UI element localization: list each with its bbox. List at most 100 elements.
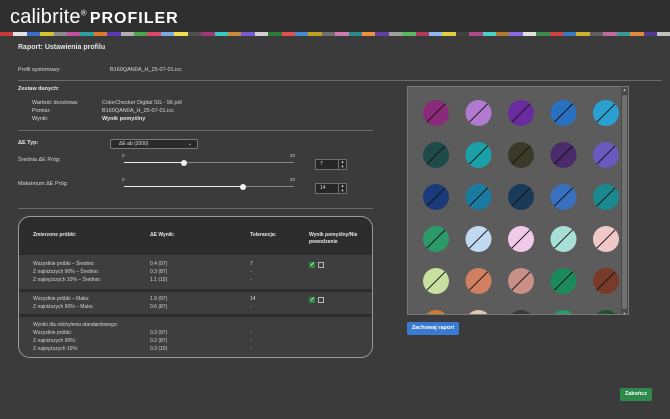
color-swatch	[469, 310, 488, 314]
strip-patch	[536, 32, 550, 36]
row-tolerance: -	[250, 277, 252, 283]
system-profile-label: Profil systemowy:	[18, 67, 61, 73]
color-swatch	[465, 226, 492, 252]
row-label: Z najwyższych 10%:	[33, 346, 79, 352]
swatch-scrollbar[interactable]: ▲ ▼	[621, 87, 628, 314]
fail-checkbox	[318, 297, 324, 303]
max-threshold-label: Maksimum ΔE Próg:	[18, 181, 69, 187]
strip-patch	[0, 32, 14, 36]
strip-patch	[442, 32, 456, 36]
strip-patch	[576, 32, 590, 36]
swatch-panel[interactable]: ▲ ▼	[407, 86, 629, 315]
max-slider-handle[interactable]	[240, 183, 246, 190]
scroll-down-icon[interactable]: ▼	[621, 311, 628, 314]
strip-patch	[509, 32, 523, 36]
strip-patch	[522, 32, 537, 36]
swatch-grid	[423, 100, 619, 314]
pass-checkbox	[309, 296, 315, 303]
color-swatch	[423, 268, 449, 294]
row-label: Z najniższych 90% – Średnio:	[33, 269, 99, 275]
strip-patch	[630, 32, 644, 36]
row-value: 0.2 (87)	[150, 338, 168, 344]
row-value: 1.9 (97)	[150, 296, 168, 302]
table-row-group: Wyniki dla odchylenia standardowego: Wsz…	[19, 317, 372, 357]
row-tolerance: -	[250, 346, 252, 352]
page-title: Raport: Ustawienia profilu	[18, 44, 106, 51]
row-tolerance: 7	[250, 261, 253, 267]
strip-patch	[254, 32, 269, 36]
row-tolerance: -	[250, 330, 252, 336]
color-swatch	[423, 100, 449, 126]
color-swatch	[465, 100, 492, 126]
row-tolerance: -	[250, 304, 252, 310]
avg-threshold-slider[interactable]	[124, 159, 294, 166]
strip-patch	[53, 32, 68, 36]
color-swatch	[508, 100, 534, 126]
app-header: calibrite® PROFILER	[0, 0, 670, 36]
strip-patch	[603, 32, 617, 36]
row-value: 0.6 (87)	[150, 304, 168, 310]
save-report-button[interactable]: Zachowaj raport	[407, 322, 459, 335]
finish-button[interactable]: Zakończ	[620, 388, 652, 401]
row-value: 0.3 (97)	[150, 330, 168, 336]
strip-patch	[482, 32, 497, 36]
row-value: 1.1 (10)	[150, 277, 168, 283]
strip-patch	[455, 32, 470, 36]
color-swatch	[593, 184, 619, 210]
stepper-arrows-icon[interactable]: ▲ ▼	[338, 183, 346, 193]
de-type-select[interactable]: ΔE ab (2000) ⌄	[110, 139, 198, 149]
strip-patch	[429, 32, 443, 36]
color-swatch	[508, 268, 534, 294]
divider	[18, 208, 373, 209]
scrollbar-thumb[interactable]	[622, 95, 627, 309]
strip-patch	[147, 32, 161, 36]
strip-patch	[643, 32, 657, 36]
max-threshold-input[interactable]: 14 ▲ ▼	[315, 183, 347, 194]
color-swatch	[423, 226, 449, 252]
row-label: Wszystkie próbki – Maks:	[33, 296, 90, 302]
color-swatch	[508, 184, 534, 210]
strip-patch	[120, 32, 135, 36]
color-swatch	[550, 142, 577, 168]
color-swatch	[508, 226, 534, 252]
scroll-up-icon[interactable]: ▲	[621, 87, 628, 92]
max-threshold-slider[interactable]	[124, 183, 294, 190]
strip-patch	[40, 32, 54, 36]
strip-patch	[227, 32, 242, 36]
strip-patch	[241, 32, 255, 36]
fail-checkbox	[318, 262, 324, 268]
chevron-down-icon: ⌄	[187, 141, 192, 147]
strip-patch	[321, 32, 336, 36]
strip-patch	[67, 32, 81, 36]
color-swatch	[593, 268, 619, 294]
avg-slider-handle[interactable]	[180, 159, 187, 166]
max-slider-max: 20	[290, 177, 296, 182]
strip-patch	[281, 32, 295, 36]
strip-patch	[80, 32, 94, 36]
color-swatch	[554, 310, 573, 314]
stepper-arrows-icon[interactable]: ▲ ▼	[338, 159, 346, 169]
row-label: Wszystkie próbki – Średnio:	[33, 261, 95, 267]
color-swatch	[550, 226, 577, 252]
calibrite-logo: calibrite® PROFILER	[10, 6, 179, 28]
row-label: Z najwyższych 10% – Średnio:	[33, 277, 102, 283]
col-header-pass: Wynik pomyślny/Nie powodzenie	[309, 232, 358, 245]
strip-patch	[174, 32, 188, 36]
strip-patch	[26, 32, 41, 36]
strip-patch	[656, 32, 670, 36]
strip-patch	[563, 32, 577, 36]
color-swatch	[423, 184, 449, 210]
strip-patch	[415, 32, 429, 36]
strip-patch	[496, 32, 510, 36]
result-label: Wynik:	[32, 116, 49, 122]
reference-label: Wartość docelowa:	[32, 100, 79, 106]
measurement-label: Pomiar:	[32, 108, 51, 114]
measurement-value: B160QAN0A_H_25-07-01.icc	[102, 108, 174, 114]
row-label: Z najniższych 90% – Maks:	[33, 304, 94, 310]
row-label: Wszystkie próbki:	[33, 330, 72, 336]
color-swatch	[508, 142, 534, 168]
strip-patch	[469, 32, 483, 36]
strip-patch	[335, 32, 349, 36]
color-swatch	[465, 268, 492, 294]
avg-threshold-input[interactable]: 7 ▲ ▼	[315, 159, 347, 170]
